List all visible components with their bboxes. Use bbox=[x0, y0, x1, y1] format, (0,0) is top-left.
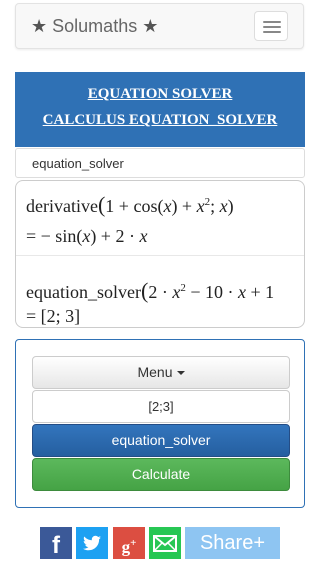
menu-label: Menu bbox=[137, 364, 173, 380]
equals-sign: = bbox=[26, 306, 37, 326]
hamburger-menu-button[interactable] bbox=[254, 11, 288, 41]
star-icon: ★ bbox=[142, 16, 159, 36]
variable: x bbox=[219, 196, 228, 216]
expr-part: + 1 bbox=[245, 282, 275, 302]
page-header: EQUATION SOLVER CALCULUS EQUATION_SOLVER bbox=[15, 72, 305, 147]
brand-link[interactable]: ★ Solumaths ★ bbox=[31, 16, 158, 37]
navbar: ★ Solumaths ★ bbox=[15, 3, 304, 49]
email-share-button[interactable] bbox=[149, 527, 181, 559]
share-plus-button[interactable]: Share+ bbox=[185, 527, 280, 559]
expr-part: ) + bbox=[171, 196, 197, 216]
caret-down-icon bbox=[176, 371, 185, 376]
share-bar: f g+ Share+ bbox=[0, 527, 320, 559]
expr-part: ; bbox=[210, 196, 220, 216]
google-plus-share-button[interactable]: g+ bbox=[113, 527, 145, 559]
variable: x bbox=[196, 196, 205, 216]
google-plus-icon: g bbox=[121, 537, 131, 557]
variable: x bbox=[139, 226, 148, 246]
expr-part: 1 + cos( bbox=[105, 196, 164, 216]
hamburger-bar bbox=[263, 31, 281, 33]
twitter-share-button[interactable] bbox=[76, 527, 108, 559]
variable: x bbox=[237, 282, 246, 302]
brand-name: Solumaths bbox=[52, 16, 138, 36]
star-icon: ★ bbox=[31, 16, 48, 36]
equation-solver-button[interactable]: equation_solver bbox=[32, 424, 290, 457]
calculate-button[interactable]: Calculate bbox=[32, 458, 290, 491]
facebook-share-button[interactable]: f bbox=[40, 527, 72, 559]
menu-dropdown-button[interactable]: Menu bbox=[32, 356, 290, 389]
facebook-icon: f bbox=[52, 532, 60, 559]
result-row-derivative: derivative(1 + cos(x) + x2; x) = − sin(x… bbox=[26, 192, 234, 246]
results-panel: derivative(1 + cos(x) + x2; x) = − sin(x… bbox=[15, 180, 305, 328]
calculator-panel: Menu [2;3] equation_solver Calculate bbox=[15, 339, 305, 508]
equals-sign: = bbox=[26, 226, 37, 246]
answer-part: [2; 3] bbox=[36, 306, 81, 326]
answer-part: ) + 2 · bbox=[90, 226, 140, 246]
hamburger-bar bbox=[263, 21, 281, 23]
envelope-icon bbox=[153, 535, 177, 552]
result-row-equation-solver: equation_solver(2 · x2 − 10 · x + 1 = [2… bbox=[26, 278, 275, 326]
divider bbox=[16, 255, 304, 256]
twitter-icon bbox=[83, 535, 101, 551]
answer-part: − sin( bbox=[36, 226, 83, 246]
expr-part: ) bbox=[227, 196, 234, 216]
hamburger-bar bbox=[263, 26, 281, 28]
expr-part: 2 · bbox=[148, 282, 173, 302]
equation-solver-title-link[interactable]: EQUATION SOLVER bbox=[15, 81, 305, 107]
calculus-equation-solver-link[interactable]: CALCULUS EQUATION_SOLVER bbox=[15, 107, 305, 133]
plus-sign: + bbox=[130, 537, 137, 549]
function-name: derivative bbox=[26, 196, 98, 216]
breadcrumb: equation_solver bbox=[15, 148, 305, 178]
expr-part: − 10 · bbox=[185, 282, 238, 302]
expression-input[interactable]: [2;3] bbox=[32, 390, 290, 423]
